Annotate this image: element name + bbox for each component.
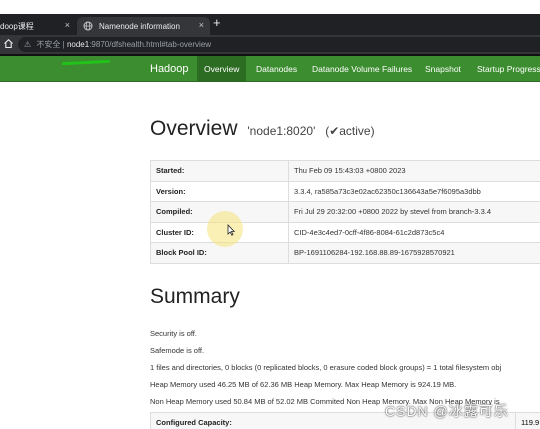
tab-label: doop课程 xyxy=(0,21,34,31)
row-value: BP-1691106284-192.168.88.89-167592857092… xyxy=(288,242,540,264)
close-icon[interactable]: × xyxy=(65,20,70,30)
url-input[interactable]: ⚠ 不安全 | node1:9870/dfshealth.html#tab-ov… xyxy=(18,37,540,52)
row-value: 119.9 xyxy=(515,412,540,429)
url-host: node1 xyxy=(66,40,90,49)
globe-icon xyxy=(83,21,93,31)
row-value: 3.3.4, ra585a73c3e02ac62350c136643a5e7f6… xyxy=(288,180,540,202)
nav-tab-datanodes[interactable]: Datanodes xyxy=(249,56,304,82)
row-value: CID-4e3c4ed7-0cff-4f86-8084-61c2d873c5c4 xyxy=(288,221,540,243)
overview-table: Started: Thu Feb 09 15:43:03 +0800 2023 V… xyxy=(150,160,540,264)
url-path: :9870/dfshealth.html#tab-overview xyxy=(89,40,212,49)
table-row: Version: 3.3.4, ra585a73c3e02ac62350c1366… xyxy=(150,180,540,202)
table-row: Block Pool ID: BP-1691106284-192.168.88.8… xyxy=(150,242,540,264)
summary-line: 1 files and directories, 0 blocks (0 rep… xyxy=(150,363,502,372)
warning-icon: ⚠ xyxy=(24,40,32,49)
address-bar: ⚠ 不安全 | node1:9870/dfshealth.html#tab-ov… xyxy=(0,35,540,54)
tab-label: Namenode information xyxy=(99,21,180,31)
table-row: Started: Thu Feb 09 15:43:03 +0800 2023 xyxy=(150,160,540,182)
overview-heading: Overview xyxy=(150,117,238,140)
home-icon[interactable] xyxy=(3,38,14,52)
status-badge: (✔active) xyxy=(325,124,375,138)
nav-tab-overview[interactable]: Overview xyxy=(197,56,247,82)
brand-logo[interactable]: Hadoop xyxy=(150,63,189,75)
row-value: Fri Jul 29 20:32:00 +0800 2022 by stevel… xyxy=(288,201,540,223)
nav-tab-volume-failures[interactable]: Datanode Volume Failures xyxy=(305,56,419,82)
browser-tab-strip: doop课程 × Namenode information × xyxy=(0,14,540,35)
window-top-strip xyxy=(0,0,540,14)
cursor-highlight xyxy=(207,211,243,247)
nav-tab-startup-progress[interactable]: Startup Progress xyxy=(470,56,540,82)
summary-heading: Summary xyxy=(150,285,240,308)
browser-tab-namenode[interactable]: Namenode information × xyxy=(77,17,210,35)
close-icon[interactable]: × xyxy=(199,20,204,30)
browser-tab-course[interactable]: doop课程 × xyxy=(0,17,76,35)
namenode-address: 'node1:8020' xyxy=(247,124,316,138)
screenshot-frame: doop课程 × Namenode information × + ⚠ 不安全 … xyxy=(0,0,540,429)
summary-line: Security is off. xyxy=(150,329,197,338)
security-label: 不安全 xyxy=(36,40,61,49)
nav-tab-snapshot[interactable]: Snapshot xyxy=(418,56,468,82)
new-tab-button[interactable]: + xyxy=(213,16,221,30)
watermark: CSDN @冰露可乐 xyxy=(385,403,509,419)
cursor-icon xyxy=(227,224,236,239)
row-value: Thu Feb 09 15:43:03 +0800 2023 xyxy=(288,160,540,182)
summary-line: Safemode is off. xyxy=(150,346,205,355)
row-key: Started: xyxy=(150,160,289,182)
row-key: Version: xyxy=(150,180,289,202)
page-title: Overview 'node1:8020' (✔active) xyxy=(150,117,375,141)
summary-line: Heap Memory used 46.25 MB of 62.36 MB He… xyxy=(150,380,457,389)
